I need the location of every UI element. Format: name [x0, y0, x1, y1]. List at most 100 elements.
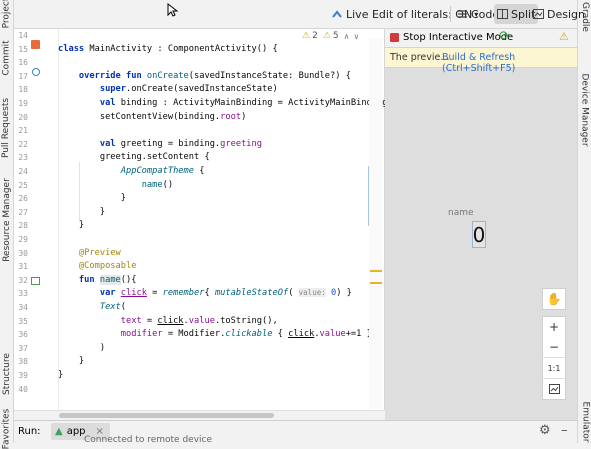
code-line[interactable]: Text( [58, 302, 126, 312]
line-number[interactable]: 23 [14, 153, 28, 162]
right-tool-window-strip: Gradle Device Manager Emulator [577, 0, 591, 443]
code-line[interactable]: val greeting = binding.greeting [58, 139, 262, 149]
code-line[interactable]: } [58, 207, 105, 217]
zoom-to-fit-button[interactable] [542, 379, 566, 400]
refresh-icon[interactable]: ⟳ [499, 29, 510, 44]
plus-icon: + [548, 320, 560, 334]
code-line[interactable]: var click = remember{ mutableStateOf( va… [58, 288, 352, 298]
line-number[interactable]: 14 [14, 31, 28, 40]
code-line[interactable]: modifier = Modifier.clickable { click.va… [58, 329, 372, 339]
code-line[interactable]: } [58, 220, 84, 230]
minus-icon: − [548, 340, 560, 354]
stop-interactive-mode-button[interactable]: Stop Interactive Mode [403, 32, 513, 43]
hand-icon: ✋ [546, 292, 562, 306]
preview-toolbar: Stop Interactive Mode ⟳ ⚠ [385, 29, 577, 48]
code-line[interactable]: @Composable [58, 261, 137, 271]
android-icon: ▲ [55, 426, 63, 437]
line-number[interactable]: 25 [14, 181, 28, 190]
warning-icon[interactable]: ⚠ [559, 30, 569, 43]
code-line[interactable]: setContentView(binding.root) [58, 112, 246, 122]
preview-component-text[interactable]: 0 [472, 221, 486, 248]
preview-component-name: name [448, 208, 474, 218]
line-number[interactable]: 21 [14, 126, 28, 135]
warning-icon: ⚠ [302, 31, 311, 41]
code-line[interactable]: override fun onCreate(savedInstanceState… [58, 71, 351, 81]
pull-requests-tab[interactable]: Pull Requests [0, 95, 13, 160]
gear-icon[interactable]: ⚙ [539, 423, 551, 438]
line-number[interactable]: 36 [14, 330, 28, 339]
code-line[interactable]: greeting.setContent { [58, 152, 210, 162]
project-tab[interactable]: Project [0, 0, 13, 28]
line-number[interactable]: 29 [14, 235, 28, 244]
line-number[interactable]: 40 [14, 385, 28, 394]
design-view-icon [533, 9, 544, 19]
editor-error-stripe[interactable] [369, 39, 382, 409]
zoom-actual-size-button[interactable]: 1:1 [542, 358, 566, 378]
line-number[interactable]: 22 [14, 140, 28, 149]
code-line[interactable]: } [58, 370, 63, 380]
mouse-cursor-icon [167, 3, 179, 17]
scrollbar-thumb[interactable] [59, 413, 274, 418]
zoom-in-button[interactable]: + [542, 316, 566, 337]
line-number[interactable]: 18 [14, 85, 28, 94]
line-number[interactable]: 27 [14, 208, 28, 217]
line-number[interactable]: 17 [14, 72, 28, 81]
commit-tab[interactable]: Commit [0, 38, 13, 78]
split-view-button[interactable]: Split [494, 4, 539, 24]
emulator-tab[interactable]: Emulator [578, 400, 591, 443]
code-line[interactable]: text = click.value.toString(), [58, 316, 278, 326]
override-gutter-icon[interactable] [32, 68, 40, 76]
current-line-highlight [58, 220, 368, 234]
code-line[interactable]: class MainActivity : ComponentActivity()… [58, 44, 278, 54]
line-number[interactable]: 16 [14, 58, 28, 67]
code-line[interactable]: fun name(){ [58, 274, 136, 285]
left-tool-window-strip: Project Commit Pull Requests Resource Ma… [0, 0, 14, 449]
pan-mode-button[interactable]: ✋ [542, 288, 566, 310]
code-line[interactable]: val binding : ActivityMainBinding = Acti… [58, 98, 398, 108]
resource-manager-tab[interactable]: Resource Manager [0, 175, 13, 265]
zoom-out-button[interactable]: − [542, 337, 566, 357]
warning-stripe-mark[interactable] [370, 270, 382, 272]
line-number[interactable]: 24 [14, 167, 28, 176]
code-view-icon [458, 10, 467, 18]
line-number[interactable]: 19 [14, 99, 28, 108]
preview-gutter-icon[interactable] [31, 277, 40, 285]
warning-stripe-mark[interactable] [370, 282, 382, 284]
build-refresh-link[interactable]: Build & Refresh (Ctrl+Shift+F5) [442, 52, 577, 74]
weak-warning-icon: ⚠ [322, 31, 331, 41]
code-line[interactable]: ) [58, 343, 105, 353]
code-line[interactable]: } [58, 356, 84, 366]
line-number[interactable]: 26 [14, 194, 28, 203]
class-gutter-icon[interactable] [31, 40, 40, 49]
code-line[interactable]: } [58, 193, 126, 203]
code-line[interactable]: @Preview [58, 248, 121, 258]
device-manager-tab[interactable]: Device Manager [578, 70, 591, 150]
line-number[interactable]: 38 [14, 357, 28, 366]
line-number[interactable]: 30 [14, 249, 28, 258]
design-view-button[interactable]: Design [533, 4, 585, 24]
line-number[interactable]: 32 [14, 276, 28, 285]
line-number[interactable]: 39 [14, 371, 28, 380]
run-console-output: Connected to remote device [84, 435, 213, 445]
code-editor[interactable]: 14 15 class MainActivity : ComponentActivi… [14, 29, 398, 410]
code-line[interactable]: name() [58, 180, 173, 190]
line-number[interactable]: 28 [14, 221, 28, 230]
stop-icon[interactable] [390, 33, 399, 42]
line-number[interactable]: 31 [14, 262, 28, 271]
structure-tab[interactable]: Structure [0, 350, 13, 398]
line-number[interactable]: 20 [14, 113, 28, 122]
chevron-up-icon[interactable]: ∧ [344, 32, 350, 41]
line-number[interactable]: 34 [14, 303, 28, 312]
line-number[interactable]: 15 [14, 45, 28, 54]
favorites-tab[interactable]: Favorites [0, 409, 13, 449]
minimize-icon[interactable]: – [561, 423, 568, 438]
line-number[interactable]: 37 [14, 344, 28, 353]
line-number[interactable]: 35 [14, 317, 28, 326]
line-number[interactable]: 33 [14, 289, 28, 298]
split-view-icon [497, 9, 508, 19]
chevron-down-icon[interactable]: ∨ [353, 32, 359, 41]
fit-screen-icon [548, 384, 560, 394]
run-tool-window-bar: Run: ▲ app × Connected to remote device … [14, 420, 577, 444]
inspection-widget[interactable]: ⚠ 2 ⚠ 5 ∧ ∨ [302, 31, 359, 41]
code-line[interactable]: super.onCreate(savedInstanceState) [58, 84, 278, 94]
